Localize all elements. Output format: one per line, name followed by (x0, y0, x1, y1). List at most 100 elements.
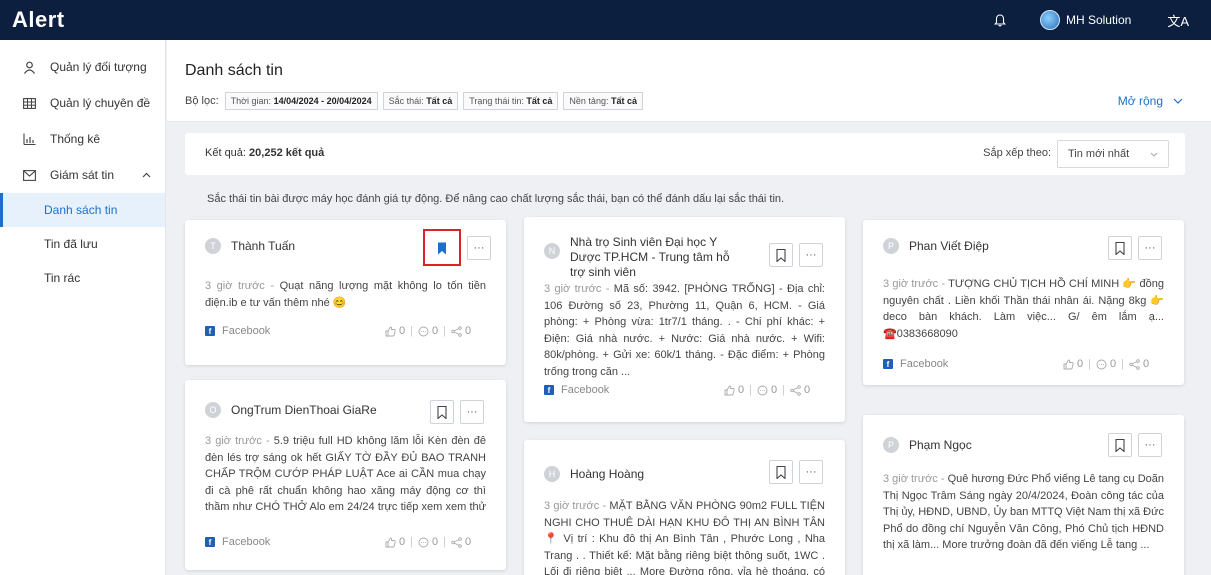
author-name[interactable]: Phan Viết Điệp (909, 239, 989, 254)
sidebar-item-label: Thống kê (50, 132, 101, 146)
avatar: P (883, 238, 899, 254)
bookmark-button[interactable] (1108, 433, 1132, 457)
comment-icon (1096, 359, 1107, 369)
news-card: H Hoàng Hoàng ··· 3 giờ trước - MẶT BẰNG … (524, 440, 845, 575)
avatar: T (205, 238, 221, 254)
sidebar-item-label: Quản lý chuyên đề (50, 96, 151, 110)
post-text: 3 giờ trước - MẶT BẰNG VĂN PHÒNG 90m2 FU… (544, 500, 825, 575)
filter-chip-status[interactable]: Trạng thái tin: Tất cả (463, 92, 559, 110)
comment-icon (418, 537, 429, 547)
sentiment-notice: Sắc thái tin bài được máy học đánh giá t… (207, 193, 785, 205)
like-icon (1063, 359, 1074, 369)
share-icon (790, 384, 801, 396)
share-icon (451, 536, 462, 548)
person-icon (22, 60, 36, 74)
more-options-button[interactable]: ··· (1138, 433, 1162, 457)
bookmark-icon (776, 248, 786, 262)
sort-select[interactable]: Tin mới nhất (1057, 140, 1169, 168)
more-options-button[interactable]: ··· (460, 400, 484, 424)
avatar: H (544, 466, 560, 482)
bookmark-icon (1115, 438, 1125, 452)
post-text: 3 giờ trước - 5.9 triệu full HD không lă… (205, 435, 486, 513)
bookmark-button[interactable] (769, 460, 793, 484)
avatar: O (205, 402, 221, 418)
user-menu[interactable]: MH Solution (1039, 10, 1131, 30)
sort-label: Sắp xếp theo: (983, 147, 1051, 159)
sidebar-item-topics[interactable]: Quản lý chuyên đề (0, 85, 165, 121)
more-options-button[interactable]: ··· (467, 236, 491, 260)
sidebar-item-monitoring[interactable]: Giám sát tin (0, 157, 165, 193)
engagement-stats: 0 | 0 | 0 (1063, 358, 1149, 370)
filter-chip-time[interactable]: Thời gian: 14/04/2024 - 20/04/2024 (224, 92, 378, 110)
like-icon (385, 326, 396, 336)
facebook-icon: f (205, 326, 215, 336)
bell-icon[interactable] (992, 12, 1008, 28)
sidebar-subitem-spam[interactable]: Tin rác (0, 261, 165, 295)
avatar (1039, 10, 1060, 30)
sidebar-item-statistics[interactable]: Thống kê (0, 121, 165, 157)
like-icon (724, 385, 735, 395)
avatar: P (883, 437, 899, 453)
engagement-stats: 0 | 0 | 0 (385, 325, 471, 337)
chevron-down-icon (1173, 98, 1183, 104)
news-card: P Phan Viết Điệp ··· 3 giờ trước - TƯỢNG … (863, 220, 1184, 385)
platform-label: f Facebook (883, 358, 948, 370)
author-name[interactable]: Hoàng Hoàng (570, 467, 644, 482)
bookmark-button[interactable] (769, 243, 793, 267)
more-options-button[interactable]: ··· (799, 243, 823, 267)
engagement-stats: 0 | 0 | 0 (385, 536, 471, 548)
filter-bar: Bộ lọc: Thời gian: 14/04/2024 - 20/04/20… (185, 92, 648, 110)
bookmark-icon (776, 465, 786, 479)
author-name[interactable]: Phạm Ngọc (909, 438, 972, 453)
comment-icon (757, 385, 768, 395)
author-name[interactable]: Thành Tuấn (231, 239, 295, 254)
engagement-stats: 0 | 0 | 0 (724, 384, 810, 396)
filter-chip-sentiment[interactable]: Sắc thái: Tất cả (382, 92, 459, 110)
platform-label: f Facebook (544, 384, 609, 396)
page-title: Danh sách tin (185, 62, 283, 79)
sidebar-item-objects[interactable]: Quản lý đối tượng (0, 49, 165, 85)
filter-label: Bộ lọc: (185, 95, 219, 107)
news-card: O OngTrum DienThoai GiaRe ··· 3 giờ trước… (185, 380, 506, 570)
more-options-button[interactable]: ··· (799, 460, 823, 484)
platform-label: f Facebook (205, 325, 270, 337)
facebook-icon: f (883, 359, 893, 369)
more-options-button[interactable]: ··· (1138, 236, 1162, 260)
expand-filters-button[interactable]: Mở rộng (1118, 94, 1183, 108)
sidebar-item-label: Giám sát tin (50, 168, 115, 182)
bookmark-button[interactable] (430, 400, 454, 424)
author-name[interactable]: Nhà trọ Sinh viên Đại học Y Dược TP.HCM … (570, 235, 740, 280)
sidebar-subitem-news-list[interactable]: Danh sách tin (0, 193, 165, 227)
bookmark-highlight (423, 229, 461, 266)
share-icon (451, 325, 462, 337)
chart-icon (22, 132, 36, 146)
mail-icon (22, 168, 36, 182)
post-text: 3 giờ trước - Quạt năng lượng mặt không … (205, 280, 486, 309)
news-card: N Nhà trọ Sinh viên Đại học Y Dược TP.HCM… (524, 217, 845, 422)
comment-icon (418, 326, 429, 336)
sidebar: Quản lý đối tượng Quản lý chuyên đề Thốn… (0, 40, 166, 575)
bookmark-button[interactable] (1108, 236, 1132, 260)
facebook-icon: f (205, 537, 215, 547)
sidebar-item-label: Quản lý đối tượng (50, 60, 147, 74)
post-text: 3 giờ trước - Quê hương Đức Phổ viếng Lê… (883, 473, 1164, 551)
language-icon[interactable]: 文A (1167, 11, 1189, 30)
app-logo[interactable]: Alert (12, 7, 65, 33)
share-icon (1129, 358, 1140, 370)
main-content: Danh sách tin Bộ lọc: Thời gian: 14/04/2… (167, 40, 1211, 575)
chevron-up-icon[interactable] (142, 170, 151, 181)
author-name[interactable]: OngTrum DienThoai GiaRe (231, 403, 377, 418)
table-icon (22, 96, 36, 110)
result-bar: Kết quả: 20,252 kết quả Sắp xếp theo: Ti… (185, 133, 1185, 175)
sidebar-subitem-saved[interactable]: Tin đã lưu (0, 227, 165, 261)
news-card: P Phạm Ngọc ··· 3 giờ trước - Quê hương Đ… (863, 415, 1184, 575)
platform-label: f Facebook (205, 536, 270, 548)
news-card: T Thành Tuấn ··· 3 giờ trước - Quạt năng … (185, 220, 506, 365)
result-count: Kết quả: 20,252 kết quả (205, 147, 325, 159)
filter-chip-platform[interactable]: Nền tảng: Tất cả (563, 92, 643, 110)
header-panel: Danh sách tin Bộ lọc: Thời gian: 14/04/2… (167, 40, 1211, 122)
avatar: N (544, 243, 560, 259)
bookmark-icon (1115, 241, 1125, 255)
post-text: 3 giờ trước - TƯỢNG CHỦ TỊCH HỒ CHÍ MINH… (883, 278, 1164, 340)
top-bar: Alert MH Solution 文A (0, 0, 1211, 40)
